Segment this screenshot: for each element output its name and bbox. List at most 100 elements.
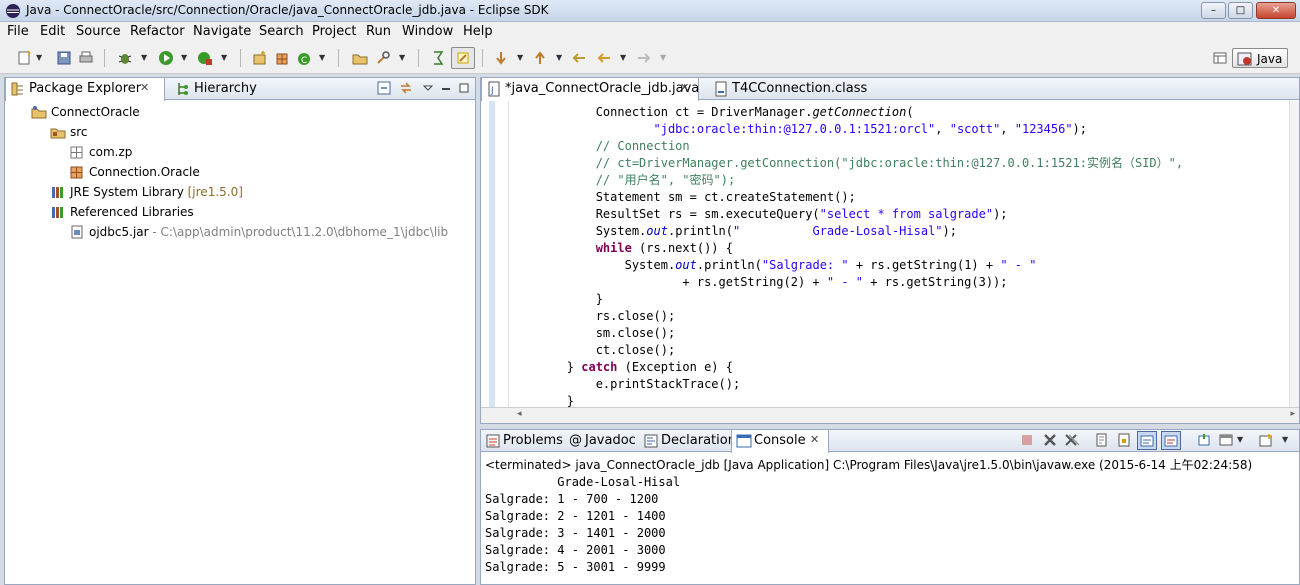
menu-file[interactable]: File — [7, 24, 29, 39]
show-on-error-button[interactable] — [1161, 431, 1181, 450]
code-line[interactable]: while (rs.next()) { — [509, 240, 733, 257]
code-line[interactable]: + rs.getString(2) + " - " + rs.getString… — [509, 274, 1008, 291]
code-area[interactable]: Connection ct = DriverManager.getConnect… — [509, 104, 1287, 407]
tab-console[interactable]: Console ✕ — [731, 430, 829, 453]
display-console-icon[interactable] — [1219, 433, 1233, 447]
code-line[interactable]: System.out.println("Salgrade: " + rs.get… — [509, 257, 1037, 274]
toggle-block-selection-button[interactable] — [451, 47, 475, 69]
search-dropdown-icon[interactable]: ▼ — [399, 53, 405, 62]
pin-console-icon[interactable] — [1197, 433, 1211, 447]
run-dropdown-icon[interactable]: ▼ — [181, 53, 187, 62]
code-line[interactable]: } catch (Exception e) { — [509, 359, 733, 376]
code-line[interactable]: ResultSet rs = sm.executeQuery("select *… — [509, 206, 1008, 223]
menu-source[interactable]: Source — [76, 24, 121, 39]
menu-project[interactable]: Project — [312, 24, 356, 39]
previous-annotation-dropdown-icon[interactable]: ▼ — [556, 53, 562, 62]
debug-icon[interactable] — [117, 50, 133, 66]
next-annotation-dropdown-icon[interactable]: ▼ — [517, 53, 523, 62]
new-dropdown-icon[interactable]: ▼ — [36, 53, 42, 62]
scroll-lock-icon[interactable] — [1117, 433, 1131, 447]
minimize-button[interactable]: – — [1201, 2, 1226, 19]
last-edit-location-icon[interactable] — [571, 50, 587, 66]
toggle-mark-occurrences-icon[interactable] — [431, 50, 447, 66]
tab-editor-java-file[interactable]: J *java_ConnectOracle_jdb.java ✕ — [481, 78, 699, 101]
code-line[interactable]: Connection ct = DriverManager.getConnect… — [509, 104, 914, 121]
new-icon[interactable] — [17, 50, 33, 66]
menu-run[interactable]: Run — [366, 24, 391, 39]
tab-javadoc[interactable]: @ Javadoc — [565, 430, 639, 452]
console-panel: Problems @ Javadoc Declaration Console ✕… — [480, 429, 1300, 585]
close-icon[interactable]: ✕ — [810, 433, 819, 446]
view-menu-icon[interactable] — [421, 81, 435, 95]
code-line[interactable]: } — [509, 393, 574, 407]
code-token: while — [509, 241, 632, 255]
back-dropdown-icon[interactable]: ▼ — [620, 53, 626, 62]
open-console-dropdown-icon[interactable]: ▼ — [1282, 435, 1288, 444]
open-perspective-icon[interactable] — [1212, 50, 1228, 66]
minimize-view-icon[interactable] — [439, 81, 453, 95]
menu-help[interactable]: Help — [463, 24, 493, 39]
show-on-output-button[interactable] — [1137, 431, 1157, 450]
package-explorer-tabbar: Package Explorer ✕ Hierarchy — [5, 78, 475, 101]
maximize-button[interactable]: □ — [1228, 2, 1253, 19]
search-icon[interactable] — [375, 50, 391, 66]
scroll-left-icon[interactable]: ◂ — [517, 409, 522, 419]
open-type-icon[interactable] — [352, 50, 368, 66]
save-icon[interactable] — [56, 50, 72, 66]
code-line[interactable]: // "用户名", "密码"); — [509, 172, 735, 189]
external-tools-icon[interactable] — [197, 50, 213, 66]
java-perspective-button[interactable]: Java — [1232, 48, 1288, 68]
display-console-dropdown-icon[interactable]: ▼ — [1237, 435, 1243, 444]
collapse-all-icon[interactable] — [377, 81, 391, 95]
forward-dropdown-icon[interactable]: ▼ — [660, 53, 666, 62]
menu-window[interactable]: Window — [402, 24, 453, 39]
next-annotation-icon[interactable] — [493, 50, 509, 66]
link-with-editor-icon[interactable] — [399, 81, 413, 95]
remove-launch-icon[interactable] — [1043, 433, 1057, 447]
tab-problems[interactable]: Problems — [481, 430, 563, 452]
close-button[interactable]: ✕ — [1256, 2, 1296, 19]
code-line[interactable]: } — [509, 291, 603, 308]
new-class-dropdown-icon[interactable]: ▼ — [319, 53, 325, 62]
library-version: [jre1.5.0] — [187, 185, 243, 199]
tree-item-label: JRE System Library [jre1.5.0] — [70, 185, 243, 199]
forward-icon[interactable] — [636, 50, 652, 66]
previous-annotation-icon[interactable] — [532, 50, 548, 66]
external-tools-dropdown-icon[interactable]: ▼ — [221, 53, 227, 62]
new-java-project-icon[interactable] — [252, 50, 268, 66]
code-line[interactable]: System.out.println(" Grade-Losal-Hisal")… — [509, 223, 957, 240]
code-line[interactable]: // Connection — [509, 138, 690, 155]
run-icon[interactable] — [158, 50, 174, 66]
scroll-right-icon[interactable]: ▸ — [1290, 409, 1295, 419]
tab-hierarchy[interactable]: Hierarchy — [171, 78, 261, 100]
back-icon[interactable] — [596, 50, 612, 66]
menu-edit[interactable]: Edit — [40, 24, 65, 39]
code-token: + rs.getString(3)); — [863, 275, 1008, 289]
code-line[interactable]: sm.close(); — [509, 325, 675, 342]
print-icon[interactable] — [78, 50, 94, 66]
remove-all-terminated-icon[interactable] — [1065, 433, 1079, 447]
code-line[interactable]: ct.close(); — [509, 342, 675, 359]
tab-editor-class-file[interactable]: T4CConnection.class — [709, 78, 879, 100]
clear-console-icon[interactable] — [1095, 433, 1109, 447]
debug-dropdown-icon[interactable]: ▼ — [141, 53, 147, 62]
new-class-icon[interactable]: C — [296, 50, 312, 66]
menu-navigate[interactable]: Navigate — [193, 24, 251, 39]
terminate-icon[interactable] — [1020, 433, 1034, 447]
tab-declaration[interactable]: Declaration — [639, 430, 736, 452]
close-icon[interactable]: ✕ — [680, 81, 689, 94]
code-line[interactable]: "jdbc:oracle:thin:@127.0.0.1:1521:orcl",… — [509, 121, 1088, 138]
menu-search[interactable]: Search — [259, 24, 304, 39]
code-line[interactable]: e.printStackTrace(); — [509, 376, 741, 393]
code-token: "123456" — [1014, 122, 1073, 136]
code-line[interactable]: // ct=DriverManager.getConnection("jdbc:… — [509, 155, 1183, 172]
open-console-icon[interactable] — [1259, 433, 1273, 447]
code-line[interactable]: Statement sm = ct.createStatement(); — [509, 189, 856, 206]
new-package-icon[interactable] — [275, 50, 291, 66]
menu-refactor[interactable]: Refactor — [130, 24, 185, 39]
horizontal-scrollbar[interactable]: ◂ ▸ — [481, 407, 1299, 423]
tab-package-explorer[interactable]: Package Explorer ✕ — [5, 78, 165, 101]
maximize-view-icon[interactable] — [457, 81, 471, 95]
close-icon[interactable]: ✕ — [140, 81, 149, 94]
code-line[interactable]: rs.close(); — [509, 308, 675, 325]
